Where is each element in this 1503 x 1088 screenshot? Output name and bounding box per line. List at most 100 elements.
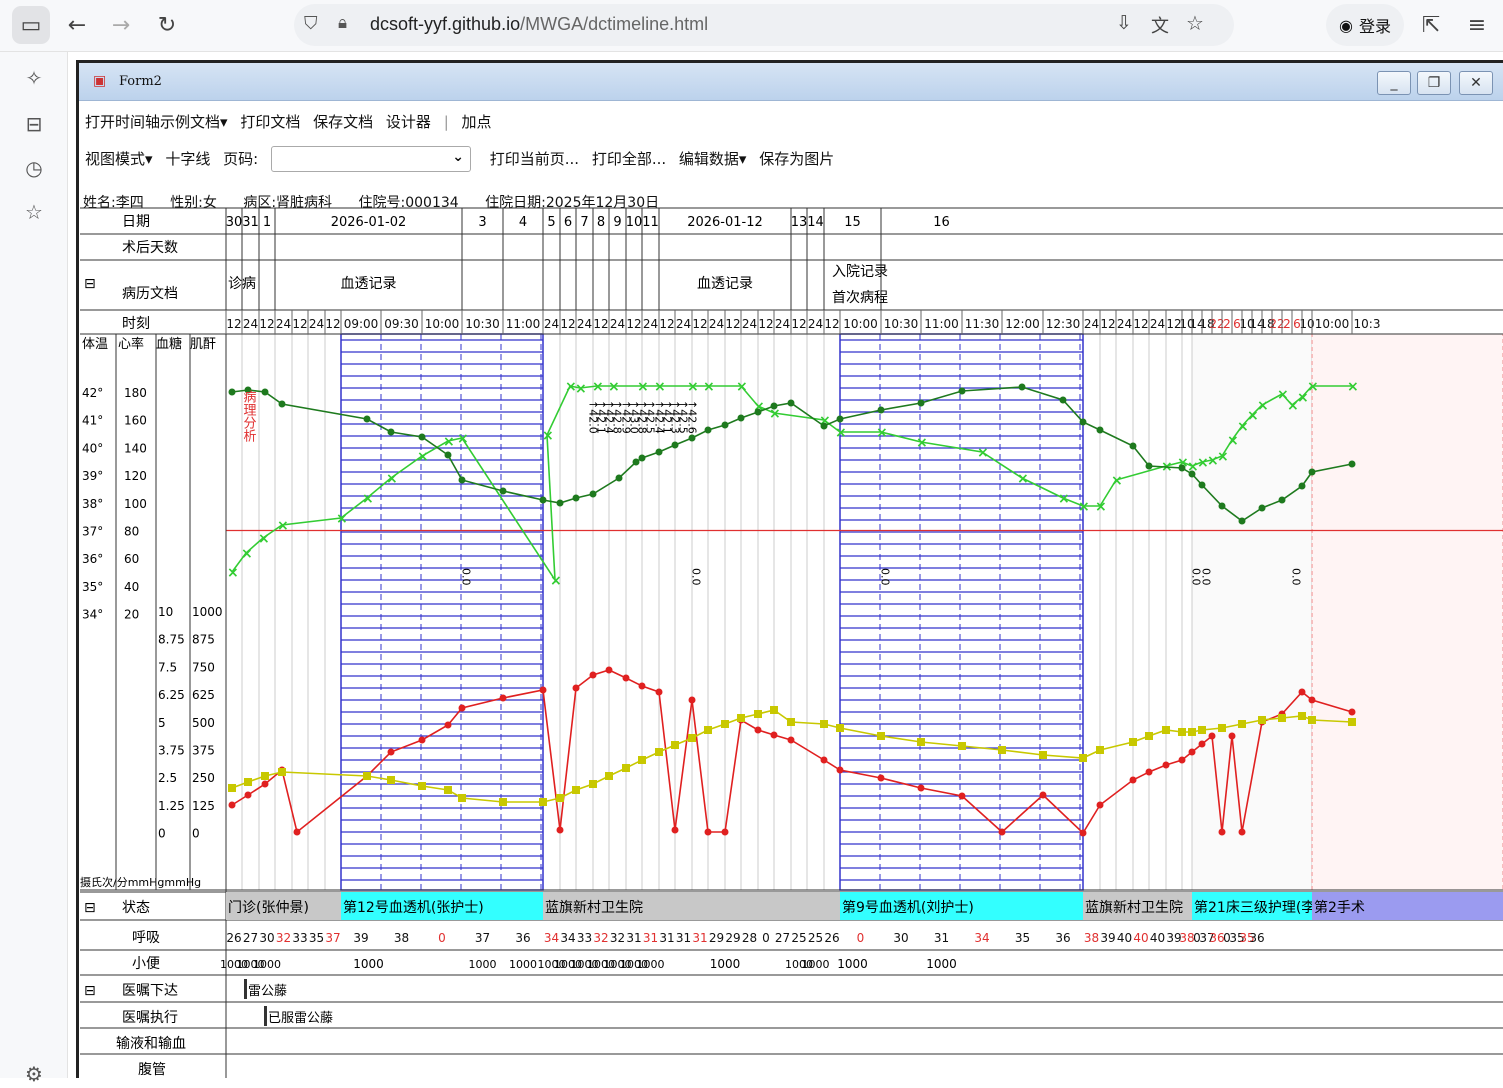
temperature-point: × [1058,491,1070,507]
creatinine-point [622,764,630,772]
record-diagnosis: 诊病 [228,276,256,292]
pulse-point [820,422,828,430]
axis-unit-label: 摄氏次/分mmHgmmHg [80,875,201,889]
creatinine-point [737,714,745,722]
blood-sugar-point [539,686,547,694]
login-label: 登录 [1358,17,1391,36]
row-label-breath: 呼吸 [132,930,160,946]
date-cell: 7 [580,215,588,230]
breath-value: 27 [775,931,790,945]
pulse-point [737,414,745,422]
user-icon: ◉ [1339,15,1353,35]
creatinine-point [820,720,828,728]
pulse-point [704,426,712,434]
sugar-axis-label: 血糖 [156,336,182,352]
blood-sugar-point [589,671,597,679]
address-bar[interactable]: ⛉ 🔒︎ dcsoft-yyf.github.io/MWGA/dctimelin… [294,4,1234,46]
temperature-point: × [241,546,253,562]
breath-value: 34 [544,931,559,945]
creat-tick: 500 [192,716,215,730]
date-cell: 14 [807,215,824,230]
time-cell: 09:30 [384,317,419,331]
pulse-point [1198,481,1206,489]
sugar-tick: 0 [158,827,166,841]
breath-value: 38 [1084,931,1099,945]
pulse-point [754,408,762,416]
creat-tick: 125 [192,799,215,813]
creat-axis-label: 肌酐 [190,337,216,352]
login-button[interactable]: ◉ 登录 [1326,4,1404,46]
time-cell: 24 [775,317,790,331]
blood-sugar-point [1208,732,1216,740]
urine-value: 1000 [469,958,497,971]
breath-value: 0 [762,931,770,945]
blood-sugar-point [1079,829,1087,837]
blood-sugar-point [998,828,1006,836]
pulse-point [721,421,729,429]
temperature-point: × [1227,433,1239,449]
creatinine-point [877,732,885,740]
settings-icon[interactable]: ⚙ [20,1060,48,1088]
status-text: 第2手术 [1314,899,1365,916]
pulse-point [632,458,640,466]
sidebar-toggle-icon[interactable]: ▭ [12,6,50,44]
bookmark-star-icon[interactable]: ☆ [20,198,48,226]
breath-value: 39 [353,931,368,945]
date-cell: 1 [263,215,271,230]
reload-icon[interactable]: ↻ [148,6,186,44]
pulse-point [261,388,269,396]
sugar-tick: 2.5 [158,771,177,785]
temp-tick: 37° [82,525,103,539]
record-hd-1: 血透记录 [341,276,397,292]
time-cell: 24 [309,317,324,331]
breath-value: 27 [243,931,258,945]
status-text: 蓝旗新村卫生院 [1085,900,1183,916]
pathology-note: 病理分析 [241,390,257,442]
history-icon[interactable]: ◷ [20,154,48,182]
time-cell: 12 [325,317,340,331]
creatinine-point [1096,746,1104,754]
pulse-point [1059,396,1067,404]
creatinine-point [1278,714,1286,722]
temperature-point: × [417,449,429,465]
blood-sugar-point [688,696,696,704]
temperature-point: × [1078,499,1090,515]
pulse-point [1308,468,1316,476]
blood-sugar-point [444,721,452,729]
urine-value: 1000 [353,957,384,971]
time-cell: 24 [643,317,658,331]
blood-sugar-point [836,766,844,774]
zero-annotation: 0.0 [879,568,892,586]
creatinine-point [556,794,564,802]
sugar-tick: 1.25 [158,799,185,813]
star-icon[interactable]: ☆ [1186,11,1204,35]
surgery-block [1311,333,1503,891]
temperature-point: × [362,491,374,507]
pulse-axis-label: 心率 [118,336,144,352]
sparkle-icon[interactable]: ✧ [20,64,48,92]
breath-value: 35 [309,931,324,945]
menu-icon[interactable]: ≡ [1458,6,1496,44]
row-label-status: 状态 [122,900,150,916]
temperature-point: × [277,518,289,534]
translate-icon[interactable]: 文 [1151,12,1169,38]
temp-axis-label: 体温 [82,337,108,352]
device-icon[interactable]: ⊟ [20,110,48,138]
date-cell: 8 [597,215,605,230]
breath-value: 31 [692,931,707,945]
breath-value: 36 [515,931,530,945]
time-cell: 12 [758,317,773,331]
zero-annotation: 0.0 [690,568,703,586]
pulse-point [539,496,547,504]
temperature-point: × [1257,398,1269,414]
download-icon[interactable]: ⇩ [1116,12,1132,34]
timeline-svg[interactable]: 体温 心率 血糖 肌酐42°41°40°39°38°37°36°35°34°18016… [76,60,1503,1078]
back-icon[interactable]: ← [58,6,96,44]
timeline-chart[interactable]: 体温 心率 血糖 肌酐 42° 41° 40° 39° 38° 37° 36° 35° 34° 180 16… [76,60,1503,1078]
pulse-tick: 80 [124,525,139,539]
extensions-icon[interactable]: ⇱ [1412,6,1450,44]
temp-tick: 39° [82,469,103,483]
forward-icon[interactable]: → [102,6,140,44]
temperature-point: × [654,379,666,395]
urine-value: 1000 [509,958,537,971]
